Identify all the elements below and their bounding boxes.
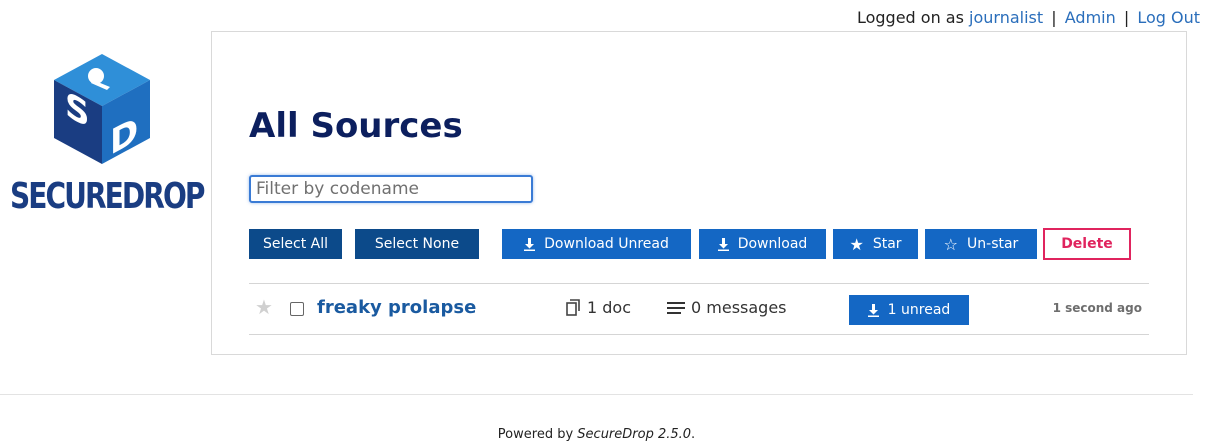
doc-count: 1 doc	[565, 298, 631, 317]
source-codename-link[interactable]: freaky prolapse	[317, 297, 476, 318]
star-filled-icon: ★	[849, 234, 864, 254]
download-icon	[717, 237, 729, 251]
download-icon	[867, 303, 879, 317]
download-icon	[524, 237, 536, 251]
divider	[249, 283, 1149, 284]
logo-wordmark: SECUREDROP	[10, 176, 205, 217]
download-button[interactable]: Download	[699, 229, 826, 259]
filter-codename-input[interactable]	[249, 175, 533, 203]
download-unread-source-button[interactable]: 1 unread	[849, 295, 969, 325]
separator: |	[1051, 8, 1057, 27]
messages-icon	[667, 301, 685, 314]
source-row: ★ freaky prolapse 1 doc 0 messages 1 unr…	[249, 294, 1149, 325]
star-button[interactable]: ★ Star	[833, 229, 918, 259]
logged-on-label: Logged on as	[856, 8, 964, 27]
delete-button[interactable]: Delete	[1043, 228, 1131, 260]
select-all-button[interactable]: Select All	[249, 229, 342, 259]
unstar-button[interactable]: ☆ Un-star	[925, 229, 1037, 259]
separator: |	[1123, 8, 1130, 27]
star-outline-icon: ☆	[943, 234, 959, 254]
last-updated-time: 1 second ago	[1052, 301, 1142, 315]
username-link[interactable]: journalist	[969, 8, 1043, 27]
star-toggle-icon[interactable]: ★	[255, 297, 273, 317]
logout-link[interactable]: Log Out	[1137, 8, 1200, 27]
documents-icon	[566, 299, 580, 316]
source-checkbox[interactable]	[290, 302, 304, 316]
sources-panel: All Sources Select All Select None Downl…	[211, 31, 1187, 355]
footer-divider	[0, 394, 1193, 395]
keyhole-cube-logo-icon: S D	[54, 54, 150, 164]
message-count: 0 messages	[667, 298, 787, 317]
securedrop-logo[interactable]: S D SECUREDROP	[10, 52, 205, 222]
admin-link[interactable]: Admin	[1065, 8, 1116, 27]
divider	[249, 334, 1149, 335]
download-unread-button[interactable]: Download Unread	[502, 229, 691, 259]
select-none-button[interactable]: Select None	[355, 229, 479, 259]
login-bar: Logged on as journalist | Admin | Log Ou…	[857, 8, 1200, 27]
page-title: All Sources	[249, 106, 463, 146]
